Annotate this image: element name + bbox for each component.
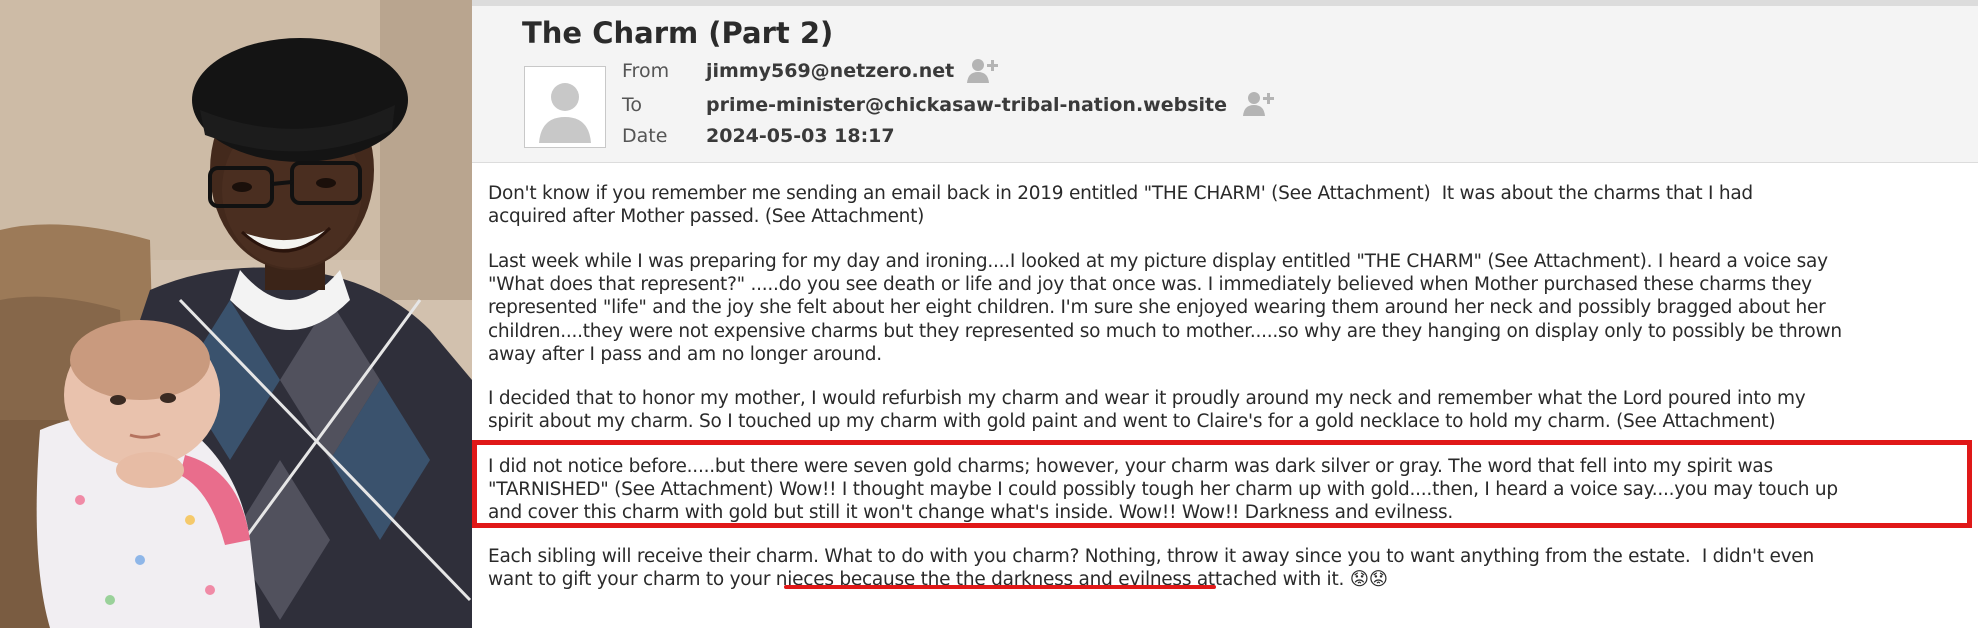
header-top-rule <box>472 0 1978 6</box>
email-viewer: The Charm (Part 2) From jimmy569@netzero… <box>472 0 1978 628</box>
date-label: Date <box>622 125 668 147</box>
add-contact-icon[interactable] <box>966 56 1000 86</box>
body-paragraph-1: Don't know if you remember me sending an… <box>488 183 1753 228</box>
from-label: From <box>622 60 670 82</box>
from-address[interactable]: jimmy569@netzero.net <box>706 60 954 82</box>
body-paragraph-3: I decided that to honor my mother, I wou… <box>488 388 1806 433</box>
to-label: To <box>622 94 643 116</box>
red-underline <box>784 585 1216 589</box>
photo-woman-holding-baby <box>0 0 472 628</box>
red-highlight-box <box>472 440 1972 528</box>
sender-avatar <box>524 66 606 148</box>
body-paragraph-2: Last week while I was preparing for my d… <box>488 251 1842 365</box>
email-date: 2024-05-03 18:17 <box>706 125 895 147</box>
body-paragraph-5: Each sibling will receive their charm. W… <box>488 546 1814 591</box>
to-address[interactable]: prime-minister@chickasaw-tribal-nation.w… <box>706 94 1227 116</box>
default-person-icon <box>539 83 591 143</box>
email-header: The Charm (Part 2) From jimmy569@netzero… <box>472 0 1978 163</box>
add-contact-icon[interactable] <box>1242 89 1276 119</box>
email-subject: The Charm (Part 2) <box>522 16 834 50</box>
